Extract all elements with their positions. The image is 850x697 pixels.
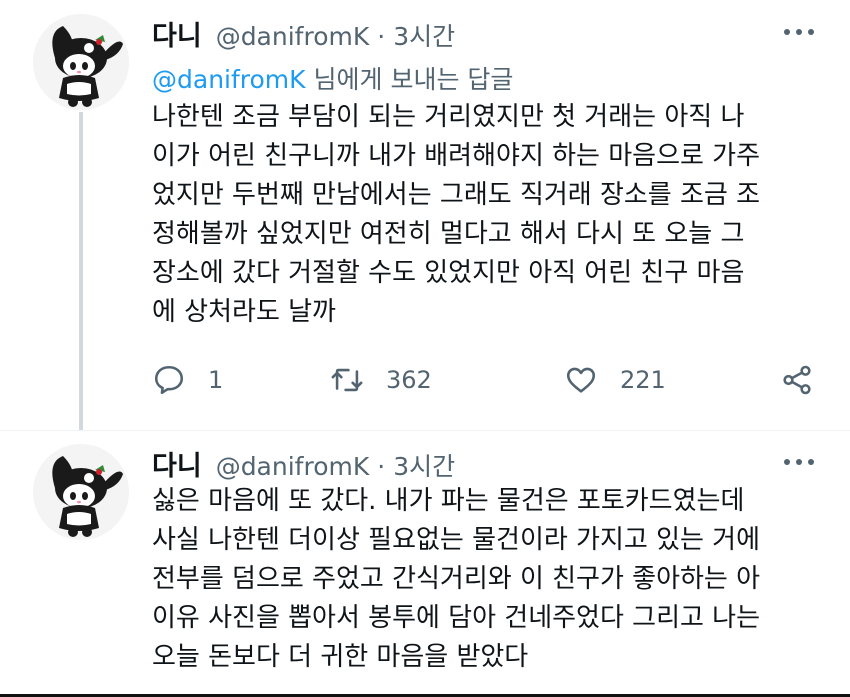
share-icon	[783, 365, 811, 395]
text-line: 사실 나한텐 더이상 필요없는 물건이라 가지고 있는 거에	[152, 525, 761, 555]
author-handle[interactable]: @danifromK	[216, 22, 370, 51]
timestamp[interactable]: 3시간	[393, 447, 455, 483]
tweet-header: 다니 @danifromK · 3시간	[152, 444, 455, 484]
text-line: 전부를 덤으로 주었고 간식거리와 이 친구가 좋아하는 아	[152, 564, 761, 594]
text-line: 이가 어린 친구니까 내가 배려해야지 하는 마음으로 가주	[152, 141, 761, 171]
more-dots-icon[interactable]	[784, 28, 814, 36]
separator-dot: ·	[377, 22, 386, 51]
tweet[interactable]: 다니 @danifromK · 3시간 싫은 마음에 또 갔다. 내가 파는 물…	[0, 430, 850, 697]
reply-button[interactable]: 1	[152, 358, 223, 402]
tweet-text: 나한텐 조금 부담이 되는 거리였지만 첫 거래는 아직 나 이가 어린 친구니…	[152, 98, 832, 332]
avatar[interactable]	[33, 14, 129, 110]
like-count: 221	[620, 366, 666, 394]
text-line: 정해볼까 싶었지만 여전히 멀다고 해서 다시 또 오늘 그	[152, 219, 745, 249]
share-button[interactable]	[780, 358, 814, 402]
text-line: 싫은 마음에 또 갔다. 내가 파는 물건은 포토카드였는데	[152, 486, 745, 516]
retweet-button[interactable]: 362	[330, 358, 432, 402]
speech-bubble-icon	[154, 365, 184, 395]
text-line: 이유 사진을 뽑아서 봉투에 담아 건네주었다 그리고 나는	[152, 603, 761, 633]
text-line: 나한텐 조금 부담이 되는 거리였지만 첫 거래는 아직 나	[152, 102, 745, 132]
tweet-header: 다니 @danifromK · 3시간	[152, 14, 455, 54]
text-line: 에 상처라도 날까	[152, 297, 336, 327]
like-button[interactable]: 221	[564, 358, 666, 402]
kuromi-avatar	[33, 444, 129, 540]
avatar[interactable]	[33, 444, 129, 540]
tweet[interactable]: 다니 @danifromK · 3시간 @danifromK 님에게 보내는 답…	[0, 0, 850, 430]
separator-dot: ·	[377, 452, 386, 481]
kuromi-avatar	[33, 14, 129, 110]
author-name[interactable]: 다니	[152, 14, 202, 53]
reply-count: 1	[208, 366, 224, 394]
timestamp[interactable]: 3시간	[393, 17, 455, 53]
text-line: 었지만 두번째 만남에서는 그래도 직거래 장소를 조금 조	[152, 180, 761, 210]
reply-mention-link[interactable]: @danifromK	[152, 65, 306, 94]
replying-to: @danifromK 님에게 보내는 답글	[152, 60, 513, 96]
reply-suffix: 님에게 보내는 답글	[305, 65, 514, 94]
retweet-icon	[331, 368, 363, 392]
author-handle[interactable]: @danifromK	[216, 452, 370, 481]
tweet-text: 싫은 마음에 또 갔다. 내가 파는 물건은 포토카드였는데 사실 나한텐 더이…	[152, 482, 832, 677]
thread-line	[79, 112, 83, 430]
retweet-count: 362	[386, 366, 432, 394]
text-line: 장소에 갔다 거절할 수도 있었지만 아직 어린 친구 마음	[152, 258, 745, 288]
author-name[interactable]: 다니	[152, 444, 202, 483]
text-line: 오늘 돈보다 더 귀한 마음을 받았다	[152, 642, 529, 672]
more-dots-icon[interactable]	[784, 458, 814, 466]
action-bar: 1 362 221	[152, 358, 832, 402]
heart-icon	[566, 367, 596, 393]
